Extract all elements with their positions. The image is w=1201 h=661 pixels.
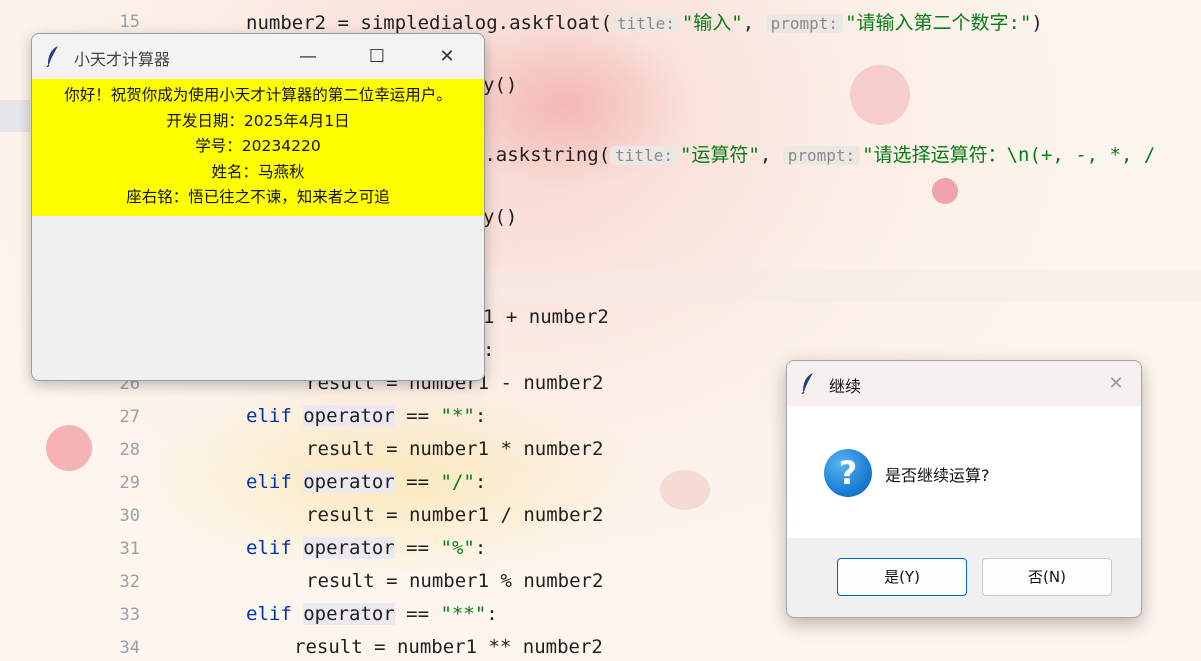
line-number: 15 [119, 12, 140, 32]
code-line[interactable]: y() [483, 206, 517, 228]
background-dot [46, 425, 92, 471]
feather-icon [801, 373, 813, 394]
line-number: 29 [119, 473, 140, 493]
code-line[interactable]: elif operator == "*": [246, 405, 486, 427]
line-number: 31 [119, 539, 140, 559]
code-line[interactable]: elif operator == "/": [246, 471, 486, 493]
param-hint: prompt: [765, 14, 844, 33]
window-title: 小天才计算器 [74, 50, 171, 69]
dialog-title: 继续 [829, 377, 862, 396]
motto-text: 座右铭：悟已往之不谏，知来者之可追 [126, 188, 390, 206]
line-number: 32 [119, 572, 140, 592]
line-number: 30 [119, 506, 140, 526]
code-line[interactable]: log.askstring(title: "运算符", prompt: "请选择运算… [450, 140, 1155, 167]
dialog-close-button[interactable]: ✕ [1093, 361, 1139, 406]
code-line[interactable]: result = number1 * number2 [306, 438, 603, 460]
dialog-body: ? 是否继续运算? [787, 406, 1141, 538]
gutter-highlight [0, 100, 30, 132]
code-line[interactable]: number2 = simpledialog.askfloat(title: "输… [246, 8, 1043, 35]
line-number: 28 [119, 440, 140, 460]
code-line[interactable]: result = number1 ** number2 [294, 636, 603, 658]
dialog-titlebar[interactable]: 继续 ✕ [787, 361, 1141, 406]
code-line[interactable]: 1 + number2 [483, 306, 609, 328]
background-dot [932, 178, 958, 204]
window-titlebar[interactable]: 小天才计算器 — ☐ ✕ [32, 34, 484, 79]
dialog-message: 是否继续运算? [885, 466, 990, 485]
param-hint: title: [610, 146, 678, 165]
continue-dialog[interactable]: 继续 ✕ ? 是否继续运算? 是(Y) 否(N) [786, 360, 1142, 618]
yes-button[interactable]: 是(Y) [837, 558, 967, 596]
feather-icon [46, 46, 58, 67]
dev-date-text: 开发日期：2025年4月1日 [166, 111, 350, 130]
question-icon: ? [824, 449, 872, 497]
welcome-text: 你好！祝贺你成为使用小天才计算器的第二位幸运用户。 [64, 86, 452, 104]
minimize-button[interactable]: — [285, 34, 331, 79]
code-line[interactable]: y() [483, 74, 517, 96]
code-line[interactable]: result = number1 / number2 [306, 504, 603, 526]
code-line[interactable]: elif operator == "%": [246, 537, 486, 559]
param-hint: prompt: [782, 146, 861, 165]
close-button[interactable]: ✕ [424, 34, 470, 79]
line-number: 34 [119, 638, 140, 658]
background-dot [850, 65, 910, 125]
no-button[interactable]: 否(N) [982, 558, 1112, 596]
student-id-text: 学号：20234220 [195, 137, 321, 155]
code-line[interactable]: result = number1 % number2 [306, 570, 603, 592]
calculator-window[interactable]: 小天才计算器 — ☐ ✕ 你好！祝贺你成为使用小天才计算器的第二位幸运用户。 开… [31, 33, 485, 381]
name-text: 姓名：马燕秋 [211, 162, 305, 181]
code-line[interactable]: elif operator == "**": [246, 603, 498, 625]
line-number: 33 [119, 605, 140, 625]
welcome-label: 你好！祝贺你成为使用小天才计算器的第二位幸运用户。 开发日期：2025年4月1日… [32, 79, 484, 216]
background-dot [660, 470, 710, 510]
maximize-button[interactable]: ☐ [354, 34, 400, 79]
line-number: 27 [119, 407, 140, 427]
param-hint: title: [612, 14, 680, 33]
